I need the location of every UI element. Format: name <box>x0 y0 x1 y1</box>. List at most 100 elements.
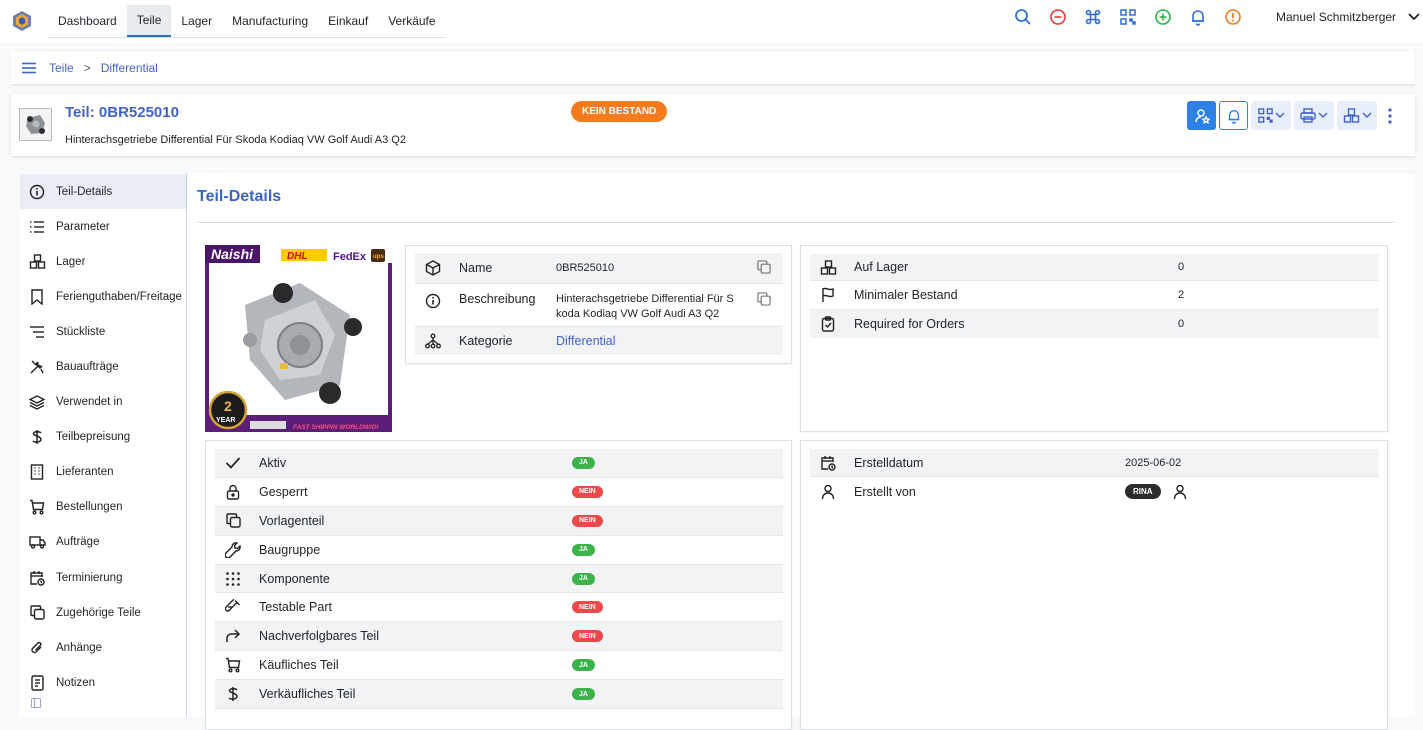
flag-row-nachverfolgbares-teil: Nachverfolgbares Teil NEIN <box>215 622 783 652</box>
nav-tab-verkaeufe[interactable]: Verkäufe <box>378 5 445 37</box>
qrcode-icon <box>1257 108 1273 123</box>
hamburger-menu-icon[interactable] <box>21 62 37 74</box>
boxes-icon <box>819 258 837 276</box>
sidebar-item-feriengutha-ben[interactable]: Feriengutha­ben/Freitage <box>20 279 186 314</box>
nav-tab-lager[interactable]: Lager <box>171 5 222 37</box>
flag-row-verkäufliches-teil: Verkäufliches Teil JA <box>215 680 783 710</box>
sidebar-item-bauauftraege[interactable]: Bauaufträge <box>20 349 186 384</box>
flag-label: Baugruppe <box>259 542 321 557</box>
sidebar-item-label: Feriengutha­ben/Freitage <box>56 290 182 303</box>
stack-icon <box>28 393 46 411</box>
top-navbar: Dashboard Teile Lager Manufacturing Eink… <box>0 0 1423 42</box>
creator-badge[interactable]: RINA <box>1125 484 1161 499</box>
meta-label: Erstellt von <box>854 484 916 499</box>
add-circle-icon[interactable] <box>1153 7 1173 27</box>
flag-label: Nachverfolgbares Teil <box>259 629 379 644</box>
nav-tab-manufacturing[interactable]: Manufacturing <box>222 5 318 37</box>
truck-icon <box>28 533 46 551</box>
subscribe-user-button[interactable] <box>1187 101 1216 130</box>
bookmark-icon <box>28 288 46 306</box>
user-menu[interactable]: Manuel Schmitzberger <box>1276 10 1420 24</box>
calendar-clock-icon <box>819 454 837 472</box>
note-icon <box>28 674 46 692</box>
flag-label: Gesperrt <box>259 484 308 499</box>
part-thumbnail[interactable] <box>19 108 52 141</box>
flag-label: Aktiv <box>259 455 287 470</box>
notify-button[interactable] <box>1219 101 1248 130</box>
sidebar-item-notizen[interactable]: Notizen <box>20 665 186 700</box>
category-link[interactable]: Differential <box>556 334 616 348</box>
flag-row-baugruppe: Baugruppe JA <box>215 536 783 565</box>
flag-status-badge: JA <box>572 543 595 556</box>
image-footer-text: FAST SHIPPIN WORLDWID! <box>293 424 379 431</box>
dollar-icon <box>28 428 46 446</box>
barcode-dropdown-button[interactable] <box>1251 101 1291 130</box>
grid-dots-icon <box>224 570 242 588</box>
sidebar-item-bestellungen[interactable]: Bestellungen <box>20 490 186 525</box>
copy-icon[interactable] <box>757 292 771 306</box>
sidebar-item-label: Stückliste <box>56 325 106 338</box>
cart-icon <box>28 498 46 516</box>
flag-label: Vorlagenteil <box>259 513 325 528</box>
nav-tab-teile[interactable]: Teile <box>126 4 172 37</box>
product-image[interactable]: Naishi DHL FedEx ups 2 YEAR FAST SHIPPIN… <box>205 245 392 432</box>
sidebar-item-zugehoerige-teile[interactable]: Zugehörige Teile <box>20 595 186 630</box>
list-tree-icon <box>28 323 46 341</box>
warranty-number: 2 <box>224 398 232 414</box>
detail-label: Name <box>459 261 493 275</box>
info-icon <box>28 183 46 201</box>
sidebar-item-stueckliste[interactable]: Stückliste <box>20 314 186 349</box>
image-dhl-text: DHL <box>287 251 308 262</box>
sidebar-item-teilbepreisung[interactable]: Teilbepreisung <box>20 420 186 455</box>
paperclip-icon <box>28 639 46 657</box>
cart-icon <box>224 656 242 674</box>
tools-icon <box>28 358 46 376</box>
stock-label: Required for Orders <box>854 317 965 331</box>
sidebar-item-anhaenge[interactable]: Anhänge <box>20 630 186 665</box>
stock-dropdown-button[interactable] <box>1337 101 1377 130</box>
sidebar-item-lager[interactable]: Lager <box>20 244 186 279</box>
sidebar-item-label: Bauaufträge <box>56 361 119 374</box>
chevron-down-icon <box>1275 112 1284 118</box>
detail-row-kategorie: Kategorie Differential <box>415 327 783 355</box>
sidebar-item-auftraege[interactable]: Aufträge <box>20 525 186 560</box>
flag-status-badge: NEIN <box>572 485 603 498</box>
check-icon <box>224 454 242 472</box>
user-icon[interactable] <box>1173 484 1187 500</box>
copy-icon <box>224 512 242 530</box>
sidebar-item-parameter[interactable]: Parameter <box>20 209 186 244</box>
detail-value: 0BR525010 <box>556 262 615 274</box>
qrcode-icon[interactable] <box>1118 7 1138 27</box>
boxes-icon <box>1343 108 1359 123</box>
clipboard-check-icon <box>819 315 837 333</box>
stock-value: 0 <box>1178 261 1185 273</box>
sidebar-item-terminierung[interactable]: Terminierung <box>20 560 186 595</box>
command-icon[interactable] <box>1083 7 1103 27</box>
breadcrumb-link-teile[interactable]: Teile <box>49 61 74 75</box>
sidebar-item-teil-details[interactable]: Teil-Details <box>20 174 186 210</box>
app-logo-icon[interactable] <box>11 10 33 32</box>
sidebar-item-verwendet-in[interactable]: Verwendet in <box>20 385 186 420</box>
breadcrumb-link-differential[interactable]: Differential <box>101 61 158 75</box>
flag-row-testable-part: Testable Part NEIN <box>215 594 783 623</box>
sidebar-collapse-icon[interactable] <box>20 698 186 709</box>
main-nav-tabs: Dashboard Teile Lager Manufacturing Eink… <box>48 4 446 38</box>
nav-tab-einkauf[interactable]: Einkauf <box>318 5 378 37</box>
sidebar-item-lieferanten[interactable]: Lieferanten <box>20 455 186 490</box>
alert-circle-icon[interactable] <box>1223 7 1243 27</box>
nav-tab-dashboard[interactable]: Dashboard <box>48 5 127 37</box>
flag-status-badge: JA <box>572 688 595 701</box>
boxes-icon <box>28 253 46 271</box>
sidebar: Teil-Details Parameter Lager Feriengutha… <box>20 174 187 717</box>
flag-status-badge: JA <box>572 456 595 469</box>
print-dropdown-button[interactable] <box>1294 101 1334 130</box>
search-icon[interactable] <box>1013 7 1033 27</box>
flag-label: Käufliches Teil <box>259 658 339 673</box>
wrench-icon <box>224 541 242 559</box>
copy-icon[interactable] <box>757 260 771 274</box>
remove-circle-icon[interactable] <box>1048 7 1068 27</box>
sidebar-item-label: Teil-Details <box>56 185 113 198</box>
bell-icon[interactable] <box>1188 7 1208 27</box>
more-actions-icon[interactable] <box>1382 101 1398 130</box>
detail-label: Beschreibung <box>459 292 536 306</box>
